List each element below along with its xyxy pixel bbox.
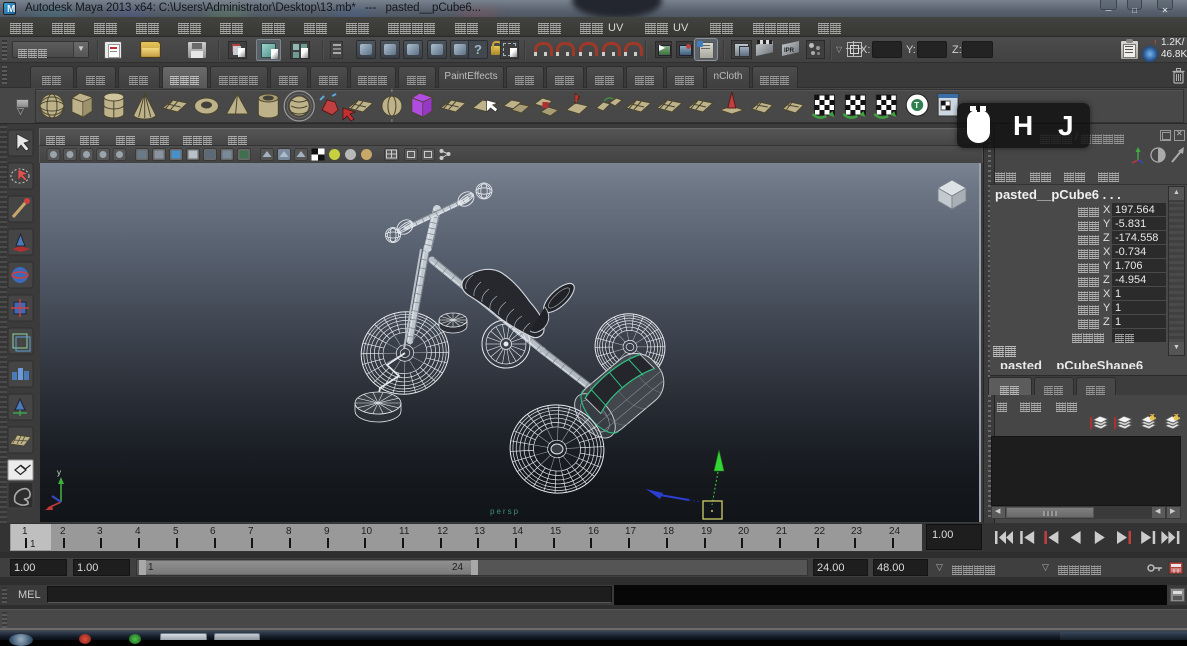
svg-text:T: T [914,101,919,110]
svg-text:y: y [57,468,61,477]
svg-text:persp: persp [490,507,520,516]
